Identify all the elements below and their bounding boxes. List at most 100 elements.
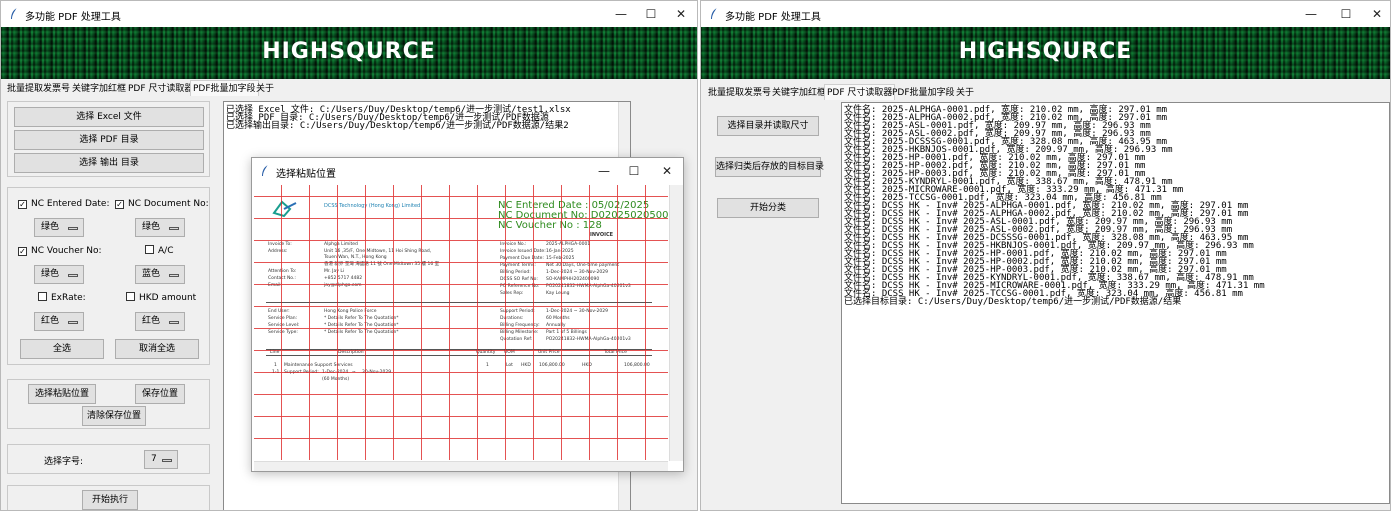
tab-about[interactable]: 关于 — [954, 85, 976, 101]
row-label: Email: — [268, 283, 283, 288]
dialog-vertical-scrollbar[interactable] — [669, 185, 683, 461]
nc-entered-date-checkbox[interactable]: ✓ NC Entered Date: — [18, 198, 110, 210]
invoice-company-name: DCSS Technology (Hong Kong) Limited — [324, 203, 421, 209]
brand-banner: HIGHSQURCE — [701, 27, 1390, 79]
table-cell: HKD — [521, 363, 531, 368]
row-value: 15-Feb-2025 — [546, 256, 575, 261]
close-icon[interactable]: ✕ — [1360, 1, 1390, 27]
tab-pdf-size-reader[interactable]: PDF 尺寸读取器 — [824, 84, 896, 100]
hkd-amount-checkbox[interactable]: HKD amount — [126, 292, 196, 304]
deselect-all-button[interactable]: 取消全选 — [115, 339, 199, 359]
checkbox-checked-icon: ✓ — [18, 200, 27, 209]
ac-color-select[interactable]: 蓝色 — [135, 265, 185, 284]
hkd-amount-color-select[interactable]: 红色 — [135, 312, 185, 331]
row-label: PO Reference No: — [500, 284, 540, 289]
row-label: Attention To: — [268, 269, 297, 274]
row-label: Quotation Ref: — [500, 337, 533, 342]
tab-keyword-red-box[interactable]: 关键字加红框 — [770, 85, 828, 101]
row-value: Alphga Limited — [324, 242, 358, 247]
row-value: * Details Refer To The Quotation* — [324, 316, 399, 321]
red-position-grid — [254, 185, 668, 460]
tab-pdf-batch-fields[interactable]: PDF批量加字段 — [890, 85, 957, 101]
tab-keyword-red-box[interactable]: 关键字加红框 — [70, 81, 128, 97]
select-pdf-dir-button[interactable]: 选择 PDF 目录 — [14, 130, 204, 150]
nc-voucher-no-color-select[interactable]: 绿色 — [34, 265, 84, 284]
left-window-title: 多功能 PDF 处理工具 — [25, 12, 121, 23]
nc-entered-date-color-select[interactable]: 绿色 — [34, 218, 84, 237]
pdf-preview-canvas[interactable]: DCSS Technology (Hong Kong) Limited INVO… — [254, 185, 668, 460]
dialog-title-bar[interactable]: 选择粘贴位置 — ☐ ✕ — [252, 158, 683, 184]
select-target-dir-button[interactable]: 选择归类后存放的目标目录 — [715, 157, 824, 177]
row-value: Hong Kong Police Force — [324, 309, 377, 314]
option-menu-indicator-icon — [169, 321, 179, 324]
tab-extract-invoice[interactable]: 批量提取发票号 — [706, 85, 773, 101]
feather-app-icon — [262, 164, 269, 176]
minimize-icon[interactable]: — — [587, 158, 621, 184]
feather-app-icon — [711, 7, 718, 19]
font-size-select[interactable]: 7 — [144, 450, 178, 469]
row-value: Net 30 Days, One-time payment — [546, 263, 620, 268]
exrate-color-select[interactable]: 红色 — [34, 312, 84, 331]
nc-voucher-no-checkbox[interactable]: ✓ NC Voucher No: — [18, 245, 102, 257]
size-output-textarea[interactable]: 文件名: 2025-ALPHGA-0001.pdf, 宽度: 210.02 mm… — [841, 102, 1390, 504]
select-paste-position-button[interactable]: 选择粘贴位置 — [28, 384, 96, 404]
invoice-divider — [266, 302, 652, 303]
maximize-icon[interactable]: ☐ — [634, 1, 668, 27]
table-cell: Support Period: — [284, 370, 319, 375]
table-cell: 1-Dec-2024 — [322, 370, 349, 375]
row-value: 香港 新界 荃灣 海盛路 11 號 One Midtown 35 樓 16 室 — [324, 262, 440, 267]
tab-extract-invoice[interactable]: 批量提取发票号 — [5, 81, 72, 97]
row-value: Tsuen Wan, N.T., Hong Kong — [324, 255, 387, 260]
select-dir-read-size-button[interactable]: 选择目录并读取尺寸 — [717, 116, 819, 136]
clear-saved-position-button[interactable]: 清除保存位置 — [82, 406, 146, 426]
nc-document-no-checkbox[interactable]: ✓ NC Document No: — [115, 198, 209, 210]
execute-button[interactable]: 开始执行 — [82, 490, 138, 510]
maximize-icon[interactable]: ☐ — [1329, 1, 1363, 27]
table-cell: 106,800.00 — [624, 363, 650, 368]
execute-group: 开始执行 — [7, 485, 210, 510]
ac-checkbox[interactable]: A/C — [145, 245, 173, 257]
option-menu-indicator-icon — [68, 274, 78, 277]
table-cell: ~ — [352, 370, 356, 375]
table-cell: 30-Nov-2029 — [362, 370, 392, 375]
option-menu-indicator-icon — [162, 459, 172, 462]
table-cell: 106,800.00 — [539, 363, 565, 368]
table-cell: 1 — [486, 363, 489, 368]
start-classify-button[interactable]: 开始分类 — [717, 198, 819, 218]
save-position-button[interactable]: 保存位置 — [135, 384, 185, 404]
row-label: Billing Period: — [500, 270, 531, 275]
table-cell: HKD — [582, 363, 592, 368]
row-label: Service Plan: — [268, 316, 298, 321]
select-output-dir-button[interactable]: 选择 输出 目录 — [14, 153, 204, 173]
close-icon[interactable]: ✕ — [650, 158, 683, 184]
table-cell: 1 — [274, 363, 277, 368]
table-cell: Lot — [506, 363, 513, 368]
nc-document-no-color-select[interactable]: 绿色 — [135, 218, 185, 237]
right-title-bar[interactable]: 多功能 PDF 处理工具 — ☐ ✕ — [701, 1, 1390, 27]
field-options-group: ✓ NC Entered Date: ✓ NC Document No: 绿色 绿色… — [7, 187, 210, 365]
option-menu-indicator-icon — [169, 274, 179, 277]
invoice-heading: INVOICE — [590, 232, 614, 238]
table-header-cell: Total Price — [604, 350, 627, 355]
minimize-icon[interactable]: — — [604, 1, 638, 27]
row-label: Service Type: — [268, 330, 298, 335]
checkbox-checked-icon: ✓ — [115, 200, 124, 209]
tab-pdf-batch-fields[interactable]: PDF批量加字段 — [190, 80, 259, 96]
checkbox-checked-icon: ✓ — [18, 247, 27, 256]
dialog-title: 选择粘贴位置 — [276, 169, 336, 180]
dialog-horizontal-scrollbar[interactable] — [254, 461, 668, 471]
row-label: Address: — [268, 249, 288, 254]
tab-pdf-size-reader[interactable]: PDF 尺寸读取器 — [126, 81, 195, 97]
tab-about[interactable]: 关于 — [254, 81, 276, 97]
select-excel-button[interactable]: 选择 Excel 文件 — [14, 107, 204, 127]
row-label: Billing Frequency: — [500, 323, 540, 328]
minimize-icon[interactable]: — — [1294, 1, 1328, 27]
exrate-checkbox[interactable]: ExRate: — [38, 292, 86, 304]
maximize-icon[interactable]: ☐ — [617, 158, 651, 184]
left-title-bar[interactable]: 多功能 PDF 处理工具 — ☐ ✕ — [1, 1, 697, 27]
row-value: Annually — [546, 323, 566, 328]
row-value: 60 Months — [546, 316, 570, 321]
select-all-button[interactable]: 全选 — [20, 339, 104, 359]
close-icon[interactable]: ✕ — [664, 1, 697, 27]
brand-banner: HIGHSQURCE — [1, 27, 697, 79]
